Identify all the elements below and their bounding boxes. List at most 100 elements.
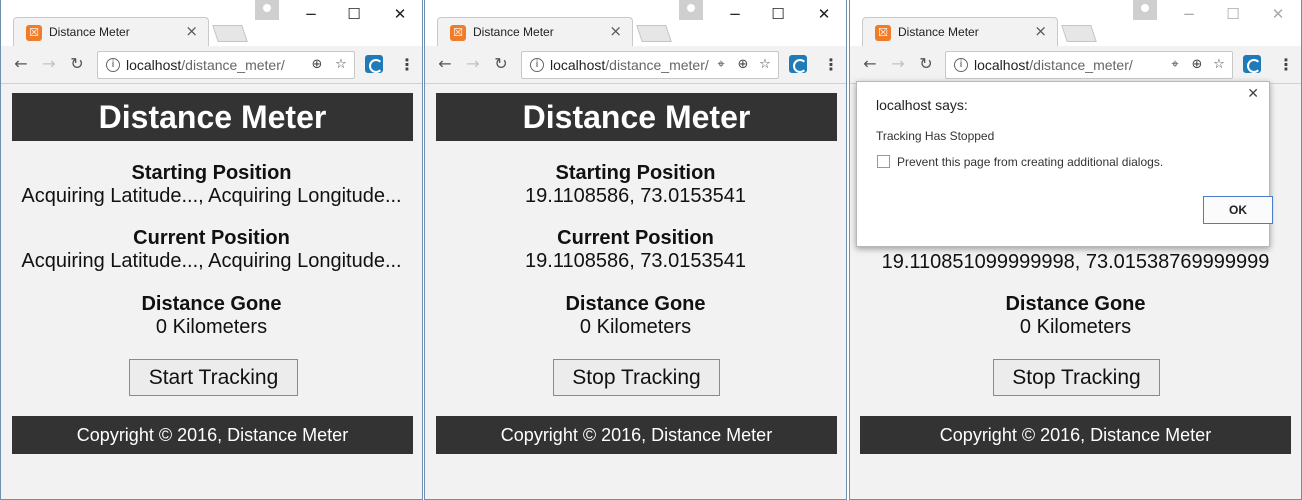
new-tab-button[interactable] <box>212 25 248 42</box>
minimize-button[interactable]: − <box>297 2 325 26</box>
page-footer: Copyright © 2016, Distance Meter <box>12 416 413 454</box>
page-title: Distance Meter <box>436 93 837 141</box>
back-arrow-icon[interactable]: ← <box>860 54 880 74</box>
browser-toolbar: ← → ↻ i localhost/distance_meter/ ⌖ ⊕ ☆ … <box>425 46 846 84</box>
url-path: /distance_meter/ <box>1029 57 1133 73</box>
info-icon[interactable]: i <box>106 58 120 72</box>
reload-icon[interactable]: ↻ <box>67 54 87 74</box>
url-text: localhost/distance_meter/ <box>126 57 285 73</box>
profile-icon[interactable] <box>1133 0 1157 20</box>
stop-tracking-button[interactable]: Stop Tracking <box>553 359 720 396</box>
minimize-button[interactable]: − <box>721 2 749 26</box>
bookmark-star-icon[interactable]: ☆ <box>756 56 774 74</box>
distance-gone-label: Distance Gone <box>141 293 282 315</box>
distance-gone-label: Distance Gone <box>565 293 706 315</box>
tab-close-icon[interactable]: × <box>1034 22 1047 40</box>
browser-window-2: ☒ Distance Meter × − ☐ ✕ ← → ↻ i localho… <box>424 0 847 500</box>
xampp-favicon-icon: ☒ <box>875 25 891 41</box>
distance-section: Distance Gone 0 Kilometers <box>425 293 846 339</box>
profile-icon[interactable] <box>255 0 279 20</box>
reload-icon[interactable]: ↻ <box>491 54 511 74</box>
menu-dots-icon[interactable]: ⋮ <box>399 55 415 75</box>
stop-tracking-button[interactable]: Stop Tracking <box>993 359 1160 396</box>
dialog-title: localhost says: <box>876 97 968 113</box>
url-path: /distance_meter/ <box>181 57 285 73</box>
forward-arrow-icon[interactable]: → <box>39 54 59 74</box>
location-icon[interactable]: ⌖ <box>1166 56 1184 74</box>
dialog-ok-button[interactable]: OK <box>1203 196 1273 224</box>
browser-tab[interactable]: ☒ Distance Meter × <box>437 17 633 46</box>
browser-window-3: ☒ Distance Meter × − ☐ ✕ ← → ↻ i localho… <box>849 0 1302 500</box>
maximize-button[interactable]: ☐ <box>1219 2 1247 26</box>
bookmark-star-icon[interactable]: ☆ <box>332 56 350 74</box>
page-title: Distance Meter <box>12 93 413 141</box>
starting-position-section: Starting Position 19.1108586, 73.0153541 <box>425 162 846 208</box>
dialog-close-icon[interactable]: ✕ <box>1247 86 1259 102</box>
address-bar[interactable]: i localhost/distance_meter/ ⌖ ⊕ ☆ <box>945 51 1233 79</box>
prevent-dialogs-label[interactable]: Prevent this page from creating addition… <box>897 155 1163 169</box>
title-bar: ☒ Distance Meter × − ☐ ✕ <box>1 0 422 46</box>
address-bar[interactable]: i localhost/distance_meter/ ⌖ ⊕ ☆ <box>521 51 779 79</box>
current-position-label: Current Position <box>133 227 290 249</box>
current-position-value: 19.1108586, 73.0153541 <box>525 250 746 272</box>
close-window-button[interactable]: ✕ <box>386 2 414 26</box>
current-position-section: Current Position Acquiring Latitude..., … <box>1 227 422 273</box>
browser-tab[interactable]: ☒ Distance Meter × <box>862 17 1058 46</box>
browser-tab[interactable]: ☒ Distance Meter × <box>13 17 209 46</box>
distance-gone-value: 0 Kilometers <box>1019 316 1132 338</box>
new-tab-button[interactable] <box>636 25 672 42</box>
page-footer: Copyright © 2016, Distance Meter <box>860 416 1291 454</box>
info-icon[interactable]: i <box>530 58 544 72</box>
extension-icon[interactable] <box>365 55 383 73</box>
reload-icon[interactable]: ↻ <box>916 54 936 74</box>
zoom-icon[interactable]: ⊕ <box>1188 56 1206 74</box>
page-footer: Copyright © 2016, Distance Meter <box>436 416 837 454</box>
url-text: localhost/distance_meter/ <box>974 57 1133 73</box>
tab-title: Distance Meter <box>49 25 130 39</box>
current-position-section: Current Position 19.1108586, 73.0153541 <box>425 227 846 273</box>
url-path: /distance_meter/ <box>605 57 709 73</box>
zoom-icon[interactable]: ⊕ <box>308 56 326 74</box>
new-tab-button[interactable] <box>1061 25 1097 42</box>
location-icon[interactable]: ⌖ <box>712 56 730 74</box>
starting-position-value: Acquiring Latitude..., Acquiring Longitu… <box>21 185 402 207</box>
distance-gone-label: Distance Gone <box>1005 293 1146 315</box>
browser-window-1: ☒ Distance Meter × − ☐ ✕ ← → ↻ i localho… <box>0 0 423 500</box>
page-content: Distance Meter Starting Position 19.1108… <box>425 85 846 499</box>
close-window-button[interactable]: ✕ <box>1264 2 1292 26</box>
zoom-icon[interactable]: ⊕ <box>734 56 752 74</box>
xampp-favicon-icon: ☒ <box>450 25 466 41</box>
back-arrow-icon[interactable]: ← <box>435 54 455 74</box>
extension-icon[interactable] <box>1243 55 1261 73</box>
menu-dots-icon[interactable]: ⋮ <box>823 55 839 75</box>
info-icon[interactable]: i <box>954 58 968 72</box>
close-window-button[interactable]: ✕ <box>810 2 838 26</box>
profile-icon[interactable] <box>679 0 703 20</box>
forward-arrow-icon[interactable]: → <box>888 54 908 74</box>
back-arrow-icon[interactable]: ← <box>11 54 31 74</box>
page-content: Distance Meter Starting Position Acquiri… <box>1 85 422 499</box>
distance-section: Distance Gone 0 Kilometers <box>850 293 1301 339</box>
forward-arrow-icon[interactable]: → <box>463 54 483 74</box>
address-bar[interactable]: i localhost/distance_meter/ ⊕ ☆ <box>97 51 355 79</box>
start-tracking-button[interactable]: Start Tracking <box>129 359 298 396</box>
url-host: localhost <box>126 57 182 73</box>
xampp-favicon-icon: ☒ <box>26 25 42 41</box>
maximize-button[interactable]: ☐ <box>340 2 368 26</box>
minimize-button[interactable]: − <box>1175 2 1203 26</box>
starting-position-label: Starting Position <box>555 162 716 184</box>
url-host: localhost <box>974 57 1030 73</box>
tab-title: Distance Meter <box>898 25 979 39</box>
prevent-dialogs-checkbox[interactable] <box>877 155 890 168</box>
url-host: localhost <box>550 57 606 73</box>
bookmark-star-icon[interactable]: ☆ <box>1210 56 1228 74</box>
maximize-button[interactable]: ☐ <box>764 2 792 26</box>
extension-icon[interactable] <box>789 55 807 73</box>
url-text: localhost/distance_meter/ <box>550 57 714 73</box>
tab-close-icon[interactable]: × <box>609 22 622 40</box>
menu-dots-icon[interactable]: ⋮ <box>1278 55 1294 75</box>
current-position-value: Acquiring Latitude..., Acquiring Longitu… <box>21 250 402 272</box>
tab-close-icon[interactable]: × <box>185 22 198 40</box>
starting-position-value: 19.1108586, 73.0153541 <box>525 185 746 207</box>
dialog-message: Tracking Has Stopped <box>876 129 995 143</box>
